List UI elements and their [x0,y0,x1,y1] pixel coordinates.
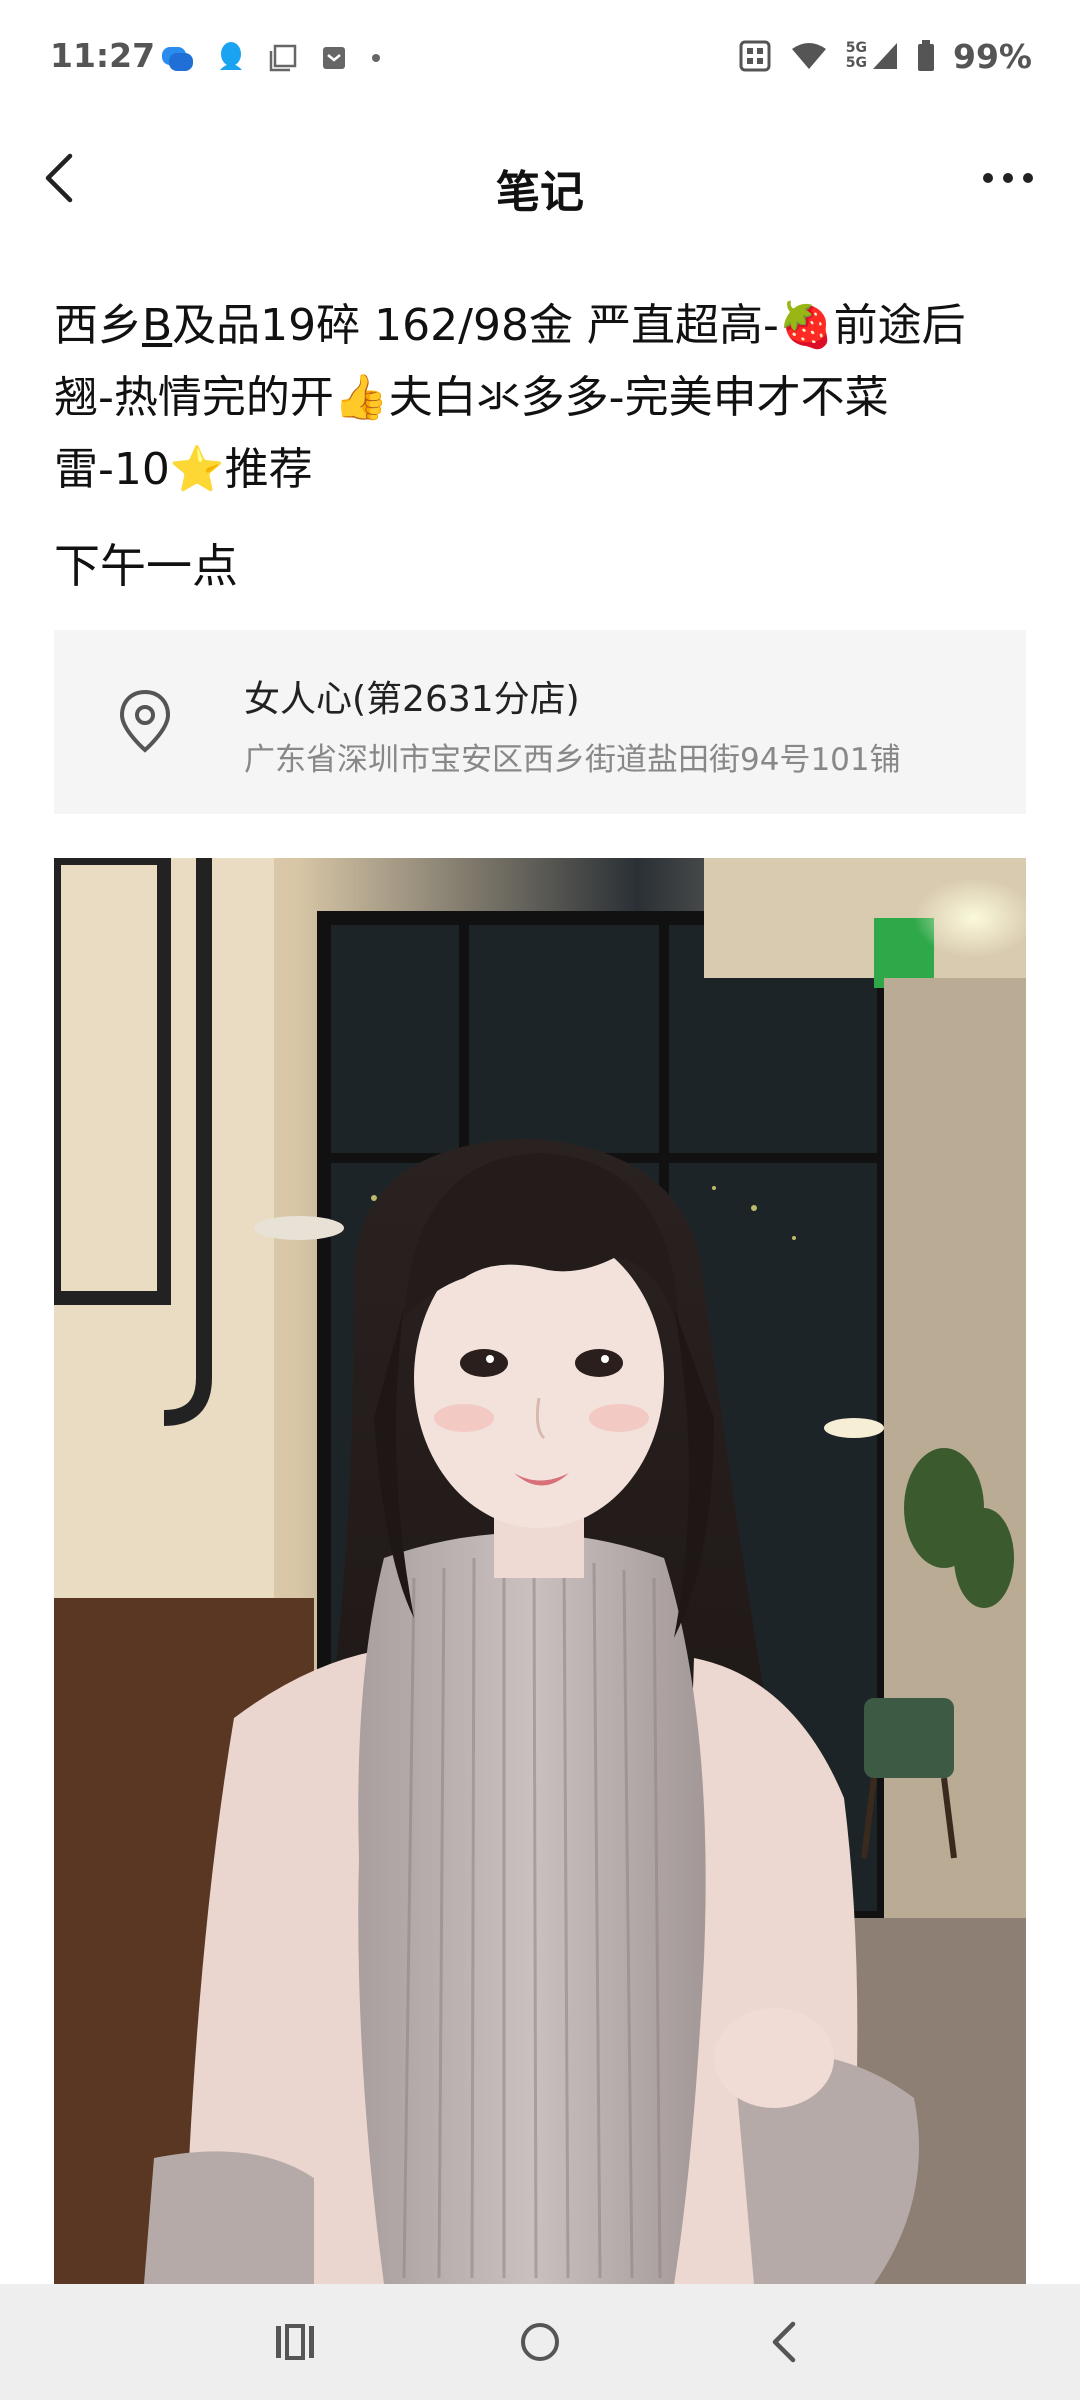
system-icons: 5G 5G 99% [738,36,1032,76]
photo-illustration [54,858,1026,2284]
battery-icon [918,40,934,71]
more-notifications-dot-icon [372,54,380,62]
chat-app-icon [162,47,193,71]
signal-indicator: 5G 5G [846,41,899,71]
signal-icon [873,43,897,69]
wifi-icon [791,43,826,69]
page-title: 笔记 [496,167,584,218]
location-card[interactable]: 女人心(第2631分店) 广东省深圳市宝安区西乡街道盐田街94号101铺 [54,630,1026,814]
post-text-segment: 及品19碎 162/98金 严直超高- [172,300,779,351]
network-label-2: 5G [845,55,867,71]
status-time: 11:27 [50,36,156,75]
mail-icon [323,47,345,69]
location-address: 广东省深圳市宝安区西乡街道盐田街94号101铺 [244,742,901,778]
location-name: 女人心(第2631分店) [244,679,580,720]
post-body: 西乡B及品19碎 162/98金 严直超高-🍓前途后翘-热情完的开👍夫白氺多多-… [54,290,1014,506]
post-photo[interactable] [54,858,1026,2284]
nav-back-icon [772,2321,796,2363]
post-subtitle: 下午一点 [54,539,238,593]
thumbs-up-emoji: 👍 [333,372,389,423]
nfc-icon [739,40,771,72]
nav-back-button[interactable] [750,2314,820,2370]
window-icon [269,44,297,72]
recents-button[interactable] [260,2314,330,2370]
battery-percent: 99% [953,36,1032,76]
location-pin-icon [119,689,171,753]
status-bar: 11:27 5G 5G 99% [0,0,1080,110]
more-options-button[interactable] [966,146,1050,210]
system-navigation-bar [0,2284,1080,2400]
notification-icons [160,38,382,78]
post-text-segment: 西乡 [54,300,142,351]
home-button[interactable] [505,2314,575,2370]
recents-icon [276,2324,314,2360]
more-dots-icon [983,173,1033,183]
post-text-underlined: B [142,300,173,351]
post-text-segment: 推荐 [224,444,313,495]
qq-icon [220,42,242,70]
network-label-1: 5G [845,40,867,56]
strawberry-emoji: 🍓 [778,300,834,351]
home-icon [521,2323,559,2361]
top-app-bar: 笔记 [0,110,1080,250]
star-emoji: ⭐ [169,444,225,495]
